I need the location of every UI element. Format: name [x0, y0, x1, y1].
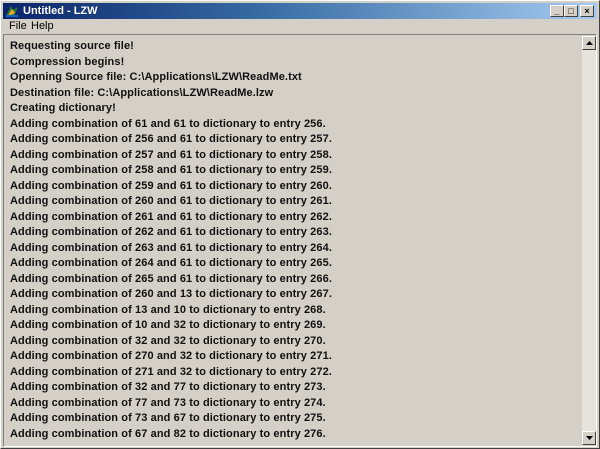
log-line: Adding combination of 256 and 61 to dict… [10, 133, 332, 145]
log-line: Adding combination of 265 and 61 to dict… [10, 272, 332, 285]
menu-file[interactable]: File [8, 19, 28, 33]
arrow-down-icon [586, 436, 593, 440]
app-window: Untitled - LZW _ □ × File Help Requestin… [0, 0, 600, 449]
log-line: Adding combination of 264 and 61 to dict… [10, 257, 332, 269]
scroll-down-button[interactable] [582, 431, 596, 445]
log-line: Adding combination of 270 and 32 to dict… [10, 350, 332, 362]
log-line: Adding combination of 259 and 61 to dict… [10, 179, 332, 192]
log-line: Adding combination of 61 and 61 to dicti… [10, 117, 326, 130]
log-line: Adding combination of 73 and 67 to dicti… [10, 412, 326, 424]
log-line: Adding combination of 32 and 32 to dicti… [10, 334, 326, 347]
log-line: Destination file: C:\Applications\LZW\Re… [10, 86, 274, 99]
log-line: Creating dictionary! [10, 102, 116, 114]
minimize-button[interactable]: _ [550, 5, 564, 17]
log-line: Adding combination of 258 and 61 to dict… [10, 164, 332, 176]
log-line: Adding combination of 77 and 73 to dicti… [10, 396, 326, 409]
log-line: Adding combination of 13 and 10 to dicti… [10, 303, 326, 316]
arrow-up-icon [586, 41, 593, 45]
log-output[interactable]: Requesting source file! Compression begin… [5, 36, 580, 445]
app-icon [6, 6, 18, 17]
window-title: Untitled - LZW [23, 5, 98, 17]
log-line: Adding combination of 260 and 61 to dict… [10, 195, 332, 207]
title-bar[interactable]: Untitled - LZW _ □ × [3, 3, 597, 19]
menu-bar: File Help [3, 19, 597, 33]
log-line: Openning Source file: C:\Applications\LZ… [10, 71, 302, 83]
log-line: Adding combination of 261 and 61 to dict… [10, 210, 332, 223]
menu-help[interactable]: Help [30, 19, 55, 33]
log-line: Adding combination of 260 and 13 to dict… [10, 288, 332, 300]
maximize-button[interactable]: □ [564, 5, 578, 17]
log-line: Adding combination of 271 and 32 to dict… [10, 365, 332, 378]
log-line: Adding combination of 67 and 82 to dicti… [10, 427, 326, 440]
log-line: Adding combination of 32 and 77 to dicti… [10, 381, 326, 393]
log-line: Adding combination of 262 and 61 to dict… [10, 226, 332, 238]
close-button[interactable]: × [580, 5, 594, 17]
scroll-up-button[interactable] [582, 36, 596, 50]
log-line: Adding combination of 257 and 61 to dict… [10, 148, 332, 161]
log-line: Compression begins! [10, 55, 125, 68]
vertical-scrollbar[interactable] [582, 36, 596, 445]
log-line: Requesting source file! [10, 40, 134, 52]
log-line: Adding combination of 10 and 32 to dicti… [10, 319, 326, 331]
log-line: Adding combination of 263 and 61 to dict… [10, 241, 332, 254]
log-panel: Requesting source file! Compression begin… [3, 34, 597, 447]
